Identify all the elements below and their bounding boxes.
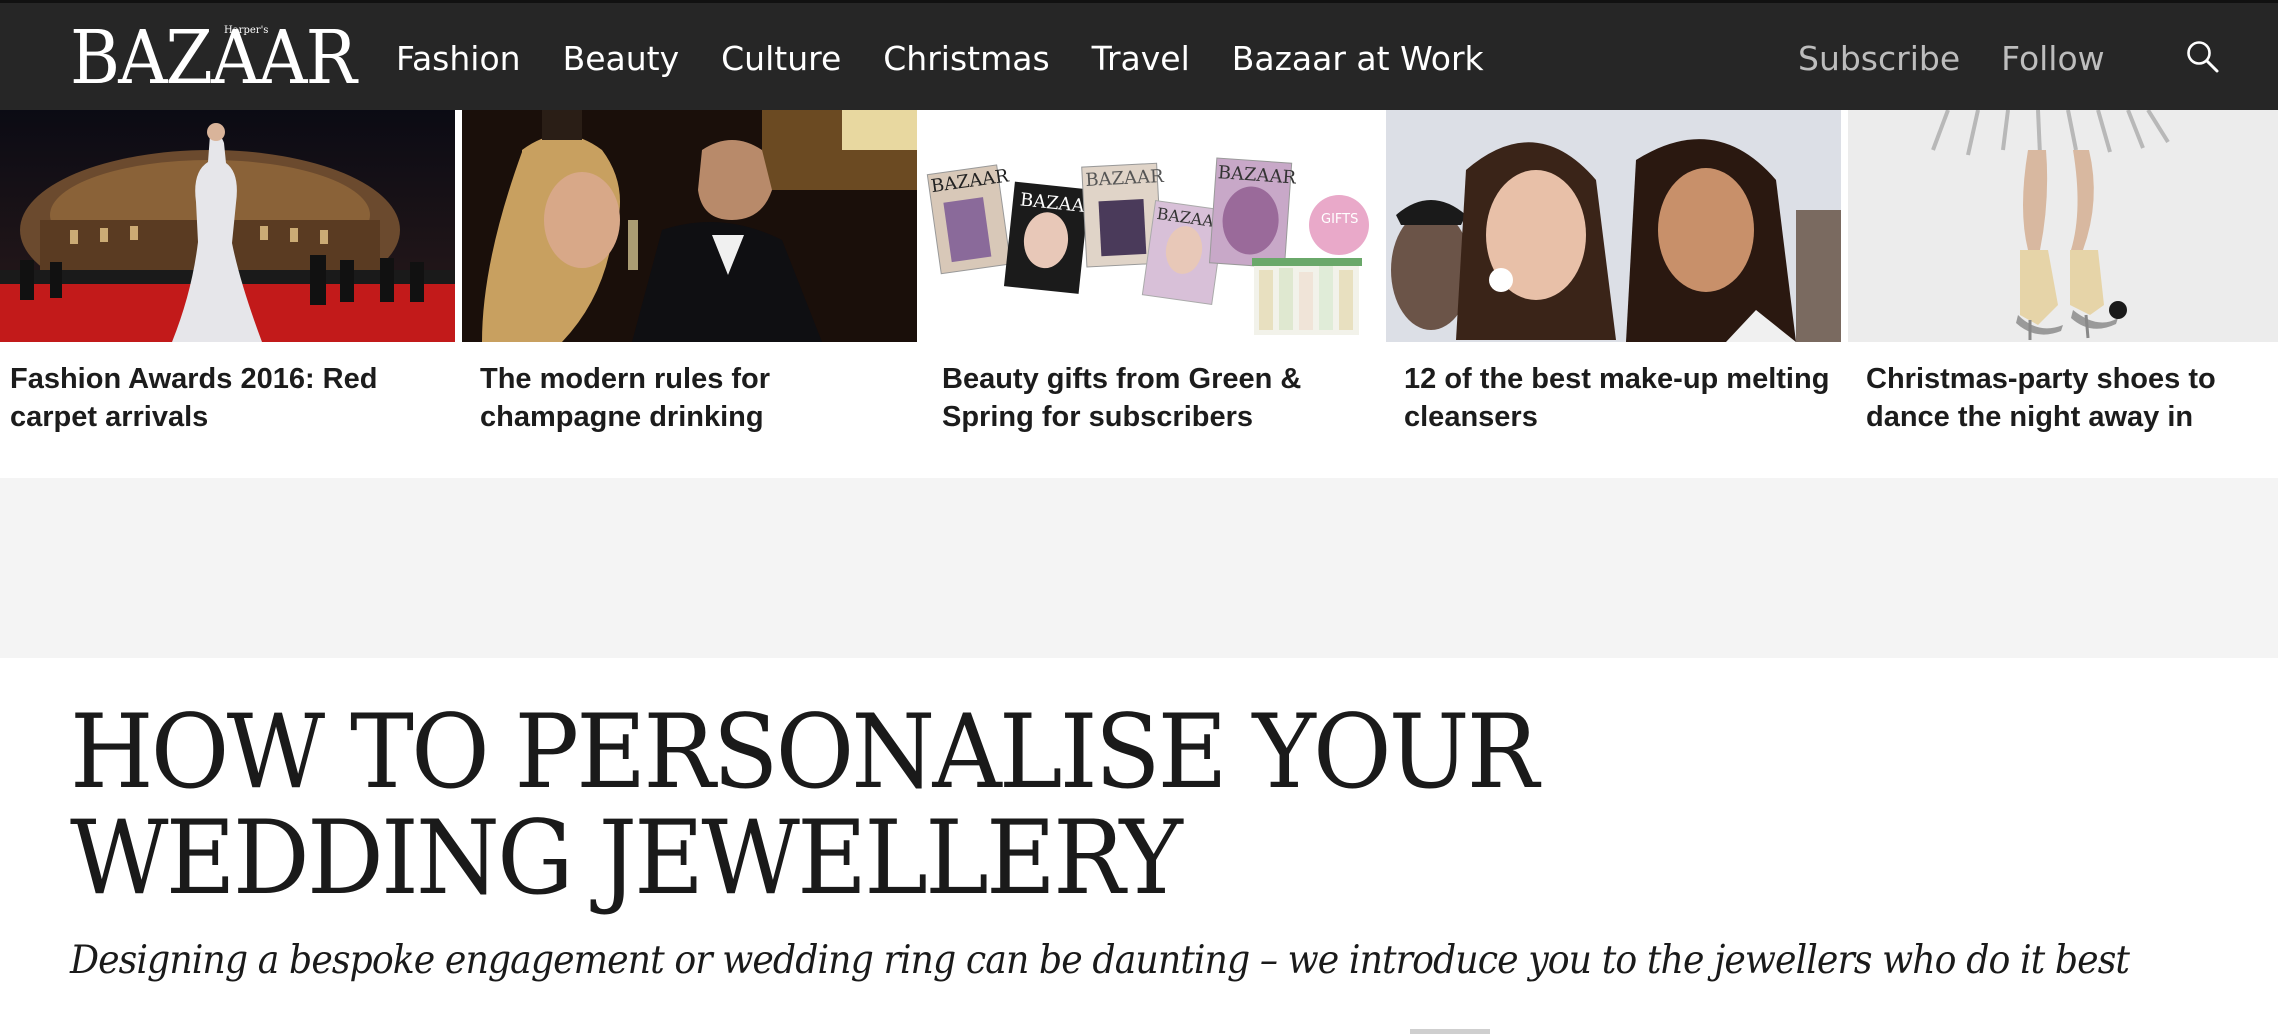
card-title[interactable]: 12 of the best make-up melting cleansers	[1404, 360, 1834, 436]
magazine-logo-text: BAZAAR	[1085, 166, 1165, 191]
section-divider	[1410, 1029, 1490, 1034]
nav-link-christmas[interactable]: Christmas	[883, 39, 1049, 78]
bazaar-logo[interactable]: BAZAAR	[70, 21, 357, 95]
logo-harpers-text: Harper's	[224, 25, 269, 36]
magazines-gifts-image[interactable]: BAZAAR BAZAAR BAZAAR BAZAAR BAZAAR GIFTS	[924, 110, 1379, 342]
card-champagne[interactable]: The modern rules for champagne drinking	[462, 110, 917, 478]
search-icon[interactable]	[2186, 40, 2220, 74]
card-title[interactable]: Fashion Awards 2016: Red carpet arrivals	[10, 360, 440, 436]
nav-secondary: Subscribe Follow	[1798, 3, 2146, 113]
follow-link[interactable]: Follow	[2001, 39, 2105, 78]
nav-link-travel[interactable]: Travel	[1092, 39, 1190, 78]
red-carpet-image[interactable]	[0, 110, 455, 342]
nav-link-fashion[interactable]: Fashion	[396, 39, 521, 78]
gifts-badge-text: GIFTS	[1321, 212, 1358, 227]
ad-placeholder-band	[0, 478, 2278, 658]
nav-link-bazaar-at-work[interactable]: Bazaar at Work	[1232, 39, 1484, 78]
trending-cards: Fashion Awards 2016: Red carpet arrivals…	[0, 110, 2278, 478]
nav-link-culture[interactable]: Culture	[721, 39, 841, 78]
card-title[interactable]: Christmas-party shoes to dance the night…	[1866, 360, 2278, 436]
card-title[interactable]: Beauty gifts from Green & Spring for sub…	[942, 360, 1372, 436]
article-headline: HOW TO PERSONALISE YOUR WEDDING JEWELLER…	[70, 693, 1539, 918]
subscribe-link[interactable]: Subscribe	[1798, 39, 1960, 78]
card-party-shoes[interactable]: Christmas-party shoes to dance the night…	[1848, 110, 2278, 478]
party-shoes-image[interactable]	[1848, 110, 2278, 342]
champagne-party-image[interactable]	[462, 110, 917, 342]
card-fashion-awards[interactable]: Fashion Awards 2016: Red carpet arrivals	[0, 110, 455, 478]
top-nav-bar: BAZAAR Harper's Fashion Beauty Culture C…	[0, 0, 2278, 110]
card-beauty-gifts[interactable]: BAZAAR BAZAAR BAZAAR BAZAAR BAZAAR GIFTS…	[924, 110, 1379, 478]
models-portrait-image[interactable]	[1386, 110, 1841, 342]
card-makeup-cleansers[interactable]: 12 of the best make-up melting cleansers	[1386, 110, 1841, 478]
main-nav: Fashion Beauty Culture Christmas Travel …	[396, 3, 1526, 113]
nav-link-beauty[interactable]: Beauty	[563, 39, 680, 78]
article-standfirst: Designing a bespoke engagement or weddin…	[70, 938, 2130, 983]
card-title[interactable]: The modern rules for champagne drinking	[480, 360, 910, 436]
